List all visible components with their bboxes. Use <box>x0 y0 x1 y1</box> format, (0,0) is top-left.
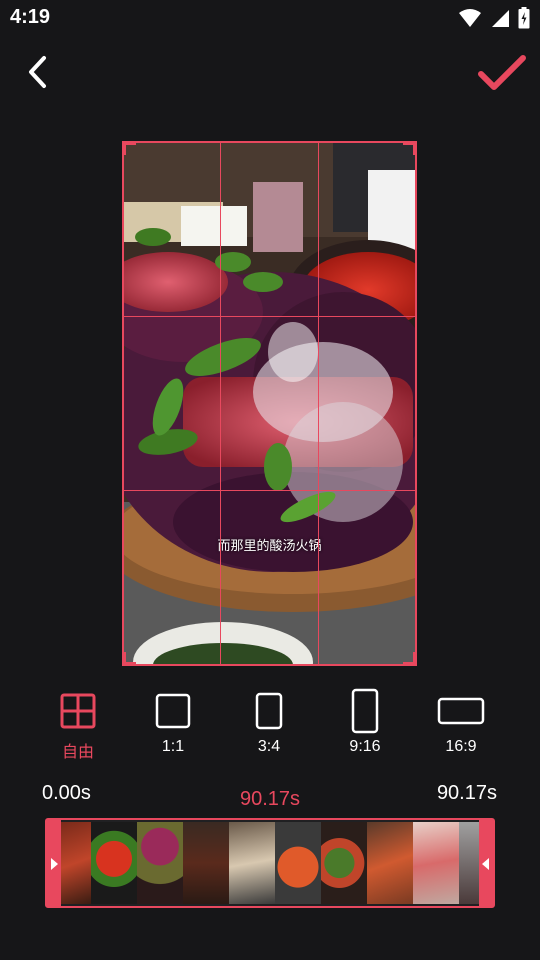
time-labels: 0.00s 90.17s 90.17s <box>0 780 540 810</box>
portrait-3-4-icon <box>255 692 283 730</box>
thumbnail-strip[interactable] <box>61 822 479 904</box>
cell-signal-icon <box>492 10 509 27</box>
status-time: 4:19 <box>10 6 51 28</box>
ratio-label: 1:1 <box>161 738 185 755</box>
video-frame-image <box>123 142 416 665</box>
back-button[interactable] <box>22 52 62 92</box>
video-preview[interactable]: 而那里的酸汤火锅 <box>123 142 416 665</box>
aspect-ratio-selector: 自由 1:1 3:4 9:16 16:9 <box>0 688 540 768</box>
end-time-label: 90.17s <box>436 782 497 804</box>
trim-handle-left[interactable] <box>47 820 61 906</box>
video-thumbnail <box>275 822 321 904</box>
battery-icon <box>518 7 530 29</box>
wifi-icon <box>459 9 481 27</box>
ratio-option-1-1[interactable]: 1:1 <box>133 688 213 756</box>
status-icons <box>458 6 530 30</box>
trim-arrow-left-icon <box>482 858 489 870</box>
trim-timeline[interactable] <box>45 818 495 908</box>
video-thumbnail <box>183 822 229 904</box>
status-bar: 4:19 <box>0 0 540 36</box>
video-thumbnail <box>321 822 367 904</box>
video-thumbnail <box>367 822 413 904</box>
ratio-label: 自由 <box>61 744 94 761</box>
video-thumbnail <box>413 822 459 904</box>
ratio-label: 16:9 <box>445 738 477 755</box>
free-grid-icon <box>60 693 96 729</box>
ratio-option-16-9[interactable]: 16:9 <box>421 688 501 756</box>
ratio-option-3-4[interactable]: 3:4 <box>229 688 309 756</box>
trim-handle-right[interactable] <box>479 820 493 906</box>
video-thumbnail <box>137 822 183 904</box>
video-thumbnail <box>91 822 137 904</box>
ratio-option-9-16[interactable]: 9:16 <box>325 688 405 756</box>
ratio-label: 3:4 <box>257 738 281 755</box>
landscape-16-9-icon <box>437 697 485 725</box>
chevron-left-icon <box>29 56 46 88</box>
confirm-button[interactable] <box>474 50 530 96</box>
checkmark-icon <box>478 55 526 90</box>
video-thumbnail <box>459 822 479 904</box>
portrait-9-16-icon <box>351 688 379 734</box>
video-thumbnail <box>229 822 275 904</box>
video-thumbnail <box>61 822 91 904</box>
video-subtitle: 而那里的酸汤火锅 <box>217 538 322 553</box>
trim-arrow-right-icon <box>51 858 58 870</box>
ratio-label: 9:16 <box>349 738 381 755</box>
ratio-option-free[interactable]: 自由 <box>38 688 118 762</box>
square-icon <box>155 693 191 729</box>
